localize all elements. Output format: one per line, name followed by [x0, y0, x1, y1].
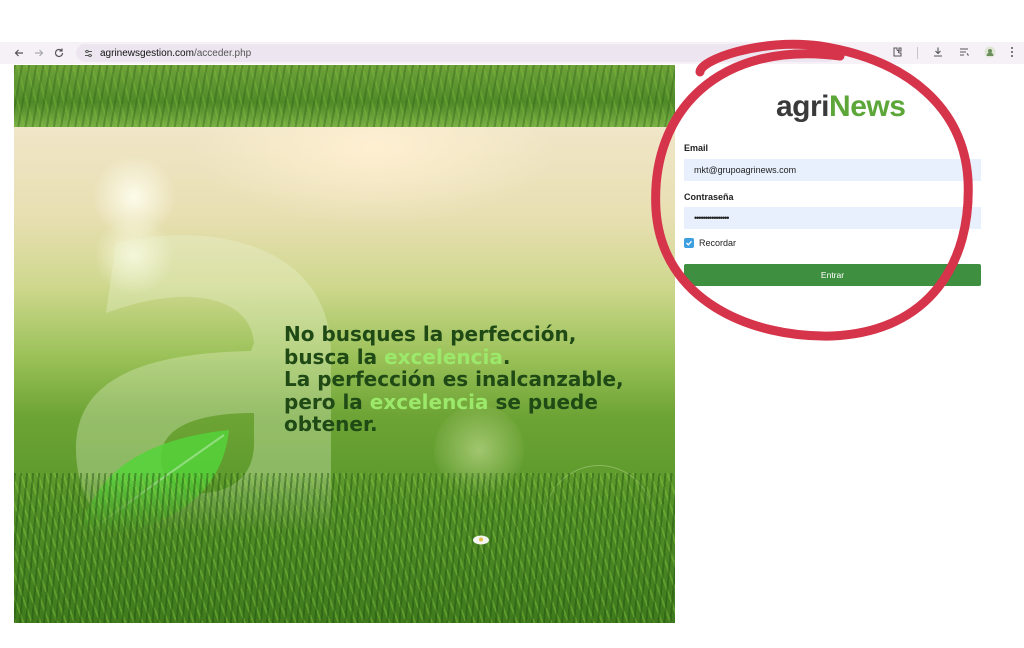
address-bar[interactable]: agrinewsgestion.com/acceder.php [76, 44, 836, 62]
daisy-flower-graphic [473, 535, 489, 545]
quote-line: La perfección es inalcanzable, [284, 368, 664, 391]
logo-agri: agri [776, 90, 830, 123]
quote-highlight: excelencia [369, 389, 489, 414]
quote-text: . [502, 344, 511, 369]
remember-label: Recordar [699, 238, 737, 248]
quote-text: se puede [488, 389, 598, 414]
grass-band-bottom [14, 473, 675, 623]
url-path: /acceder.php [193, 47, 252, 59]
remember-checkbox[interactable] [684, 238, 694, 248]
entrar-button[interactable]: Entrar [684, 264, 981, 286]
remember-row[interactable]: Recordar [684, 238, 736, 248]
url-text: agrinewsgestion.com/acceder.php [100, 48, 251, 59]
page: agrinewsgestion.com/acceder.php No busqu… [0, 0, 1024, 648]
reading-list-icon[interactable] [958, 46, 970, 61]
extensions-icon[interactable] [891, 46, 903, 61]
forward-arrow-icon[interactable] [32, 46, 46, 60]
quote-text: La perfección es inalcanzable, [284, 367, 624, 391]
quote-line: busca la excelencia. [284, 344, 664, 369]
url-host: agrinewsgestion.com [100, 47, 194, 59]
logo-news: News [829, 90, 906, 123]
quote-text: pero la [284, 389, 370, 414]
toolbar-actions [891, 45, 1014, 61]
check-icon [686, 240, 692, 246]
quote-text: obtener. [284, 412, 378, 436]
hero-image: No busques la perfección, busca la excel… [14, 65, 675, 623]
password-value: •••••••••••••••• [694, 213, 729, 223]
agrinews-logo: agriNews [776, 90, 906, 124]
quote-line: No busques la perfección, [284, 323, 664, 346]
password-label: Contraseña [684, 192, 734, 202]
grass-band-top [14, 65, 675, 127]
quote-line: obtener. [284, 413, 664, 436]
browser-toolbar: agrinewsgestion.com/acceder.php [0, 42, 1024, 64]
hero-quote: No busques la perfección, busca la excel… [284, 323, 664, 436]
profile-avatar-icon[interactable] [984, 46, 996, 61]
reload-icon[interactable] [52, 46, 66, 60]
email-field[interactable]: mkt@grupoagrinews.com [684, 159, 981, 181]
email-label: Email [684, 143, 709, 153]
menu-kebab-icon[interactable] [1010, 46, 1014, 61]
quote-highlight: excelencia [384, 344, 503, 369]
quote-line: pero la excelencia se puede [284, 389, 664, 414]
download-icon[interactable] [932, 46, 944, 61]
quote-text: No busques la perfección, [284, 322, 577, 346]
toolbar-separator [917, 47, 918, 59]
email-value: mkt@grupoagrinews.com [694, 165, 797, 175]
back-arrow-icon[interactable] [12, 46, 26, 60]
password-field[interactable]: •••••••••••••••• [684, 207, 981, 229]
site-info-icon[interactable] [82, 47, 94, 59]
entrar-button-label: Entrar [820, 270, 845, 280]
quote-text: busca la [284, 344, 385, 369]
